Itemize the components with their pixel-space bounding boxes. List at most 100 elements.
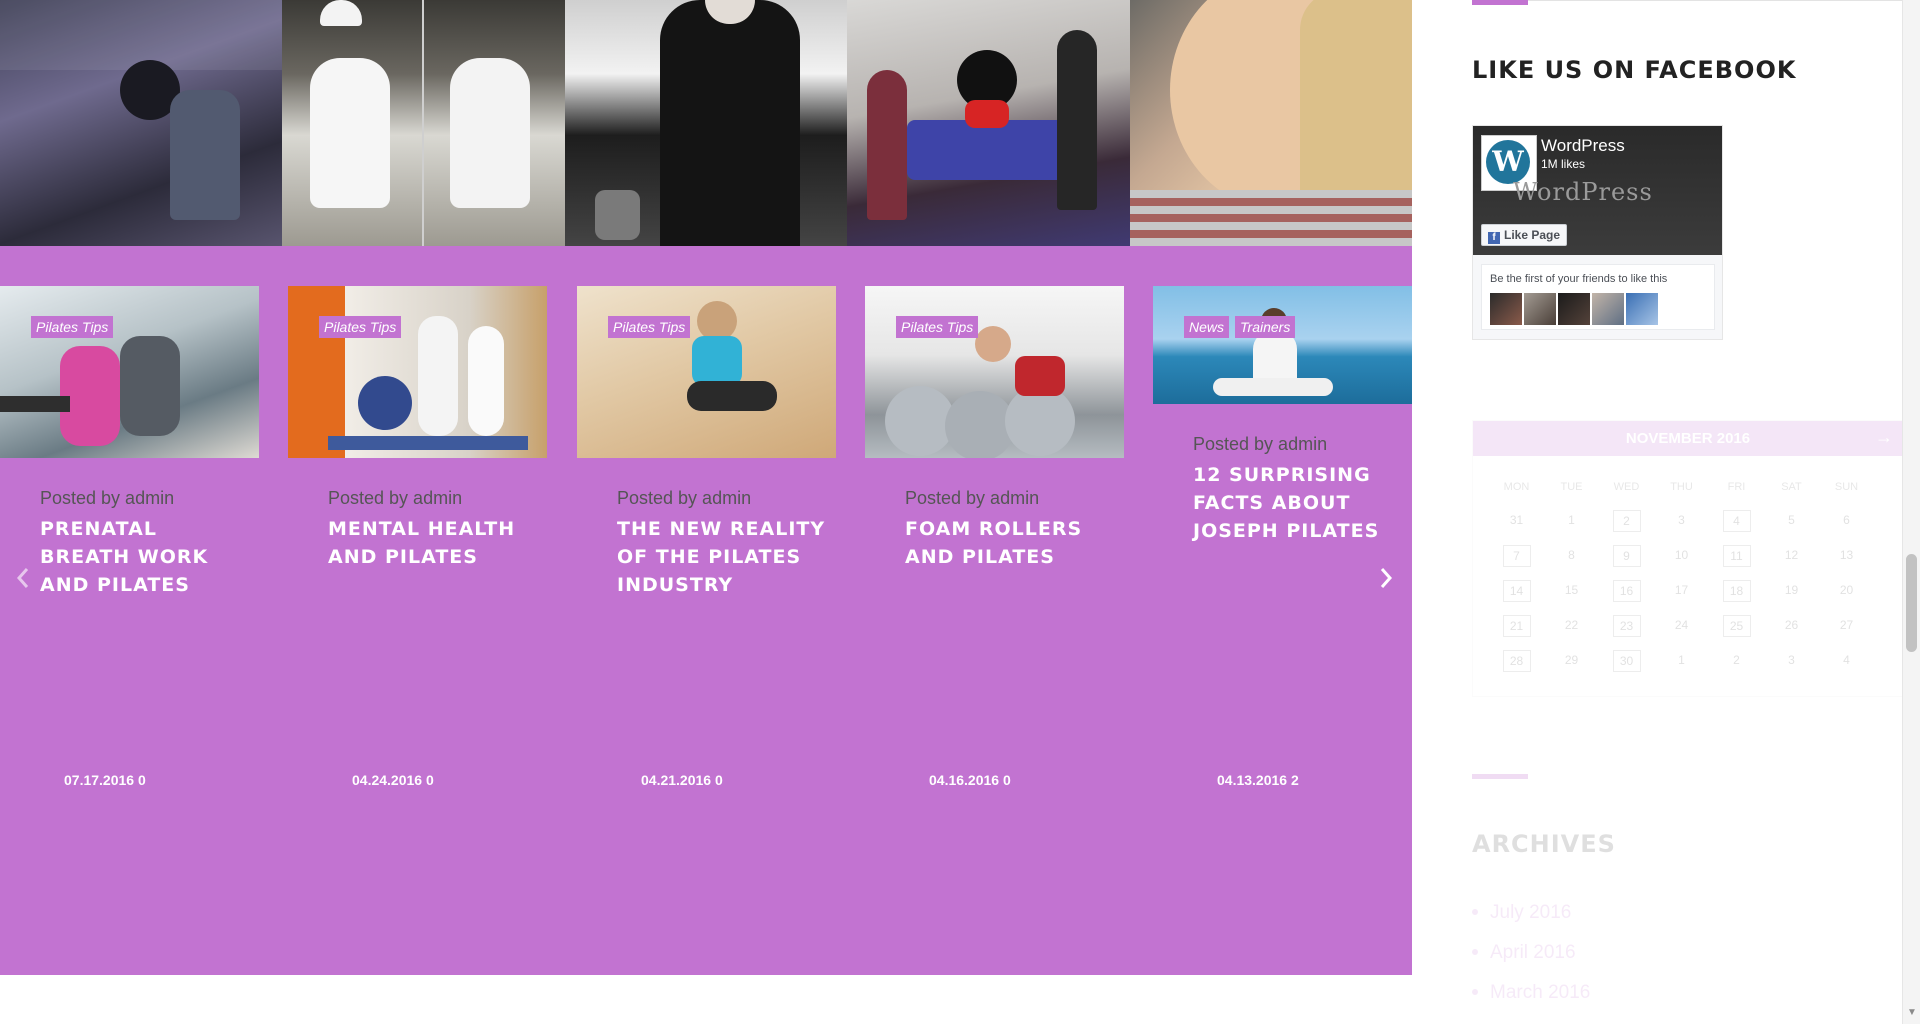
archives-widget: ARCHIVES July 2016 April 2016 March 2016	[1472, 770, 1902, 1030]
arrow-right-icon[interactable]: →	[1875, 427, 1893, 448]
avatar[interactable]	[1490, 293, 1522, 325]
category-tag[interactable]: Pilates Tips	[896, 316, 979, 338]
post-title[interactable]: MENTAL HEALTH AND PILATES	[328, 515, 538, 571]
calendar-day: 6	[1843, 513, 1850, 527]
calendar-day: 1	[1678, 653, 1685, 667]
heading-accent	[1472, 0, 1528, 5]
scroll-down-icon[interactable]: ▼	[1907, 1008, 1917, 1018]
calendar-day: 3	[1678, 513, 1685, 527]
post-title[interactable]: 12 SURPRISING FACTS ABOUT JOSEPH PILATES	[1193, 461, 1403, 545]
chevron-left-icon[interactable]	[12, 565, 34, 595]
post-card[interactable]: Pilates Tips Posted by admin MENTAL HEAL…	[288, 286, 547, 806]
post-date: 04.16.2016 0	[929, 772, 1011, 788]
post-title[interactable]: FOAM ROLLERS AND PILATES	[905, 515, 1115, 571]
instagram-photo-group[interactable]	[847, 0, 1130, 246]
archive-link[interactable]: July 2016	[1472, 902, 1571, 924]
calendar-day[interactable]: 14	[1502, 580, 1531, 602]
scrollbar-thumb[interactable]	[1906, 554, 1917, 652]
divider	[1472, 0, 1902, 1]
calendar-day: 1	[1568, 513, 1575, 527]
calendar-day: 13	[1839, 548, 1854, 562]
post-card[interactable]: Pilates Tips Posted by admin FOAM ROLLER…	[865, 286, 1124, 806]
category-tag[interactable]: Pilates Tips	[319, 316, 402, 338]
calendar-day[interactable]: 30	[1612, 650, 1641, 672]
calendar-day: 2	[1733, 653, 1740, 667]
day-header: FRI	[1727, 481, 1746, 493]
calendar-day: 26	[1784, 618, 1799, 632]
post-tags: News Trainers	[1184, 316, 1296, 338]
post-author: Posted by admin	[328, 488, 463, 508]
calendar-day[interactable]: 25	[1722, 615, 1751, 637]
calendar-day[interactable]: 11	[1722, 545, 1751, 567]
sidebar: LIKE US ON FACEBOOK W WordPress 1M likes…	[1472, 0, 1904, 1024]
calendar-day[interactable]: 16	[1612, 580, 1641, 602]
calendar-day: 15	[1564, 583, 1579, 597]
post-card[interactable]: News Trainers Posted by admin 12 SURPRIS…	[1153, 286, 1412, 806]
instagram-photo-woman[interactable]	[1129, 0, 1412, 246]
calendar-day: 10	[1674, 548, 1689, 562]
avatar[interactable]	[1592, 293, 1624, 325]
friend-avatars	[1490, 293, 1658, 325]
calendar-month: NOVEMBER 2016	[1625, 430, 1751, 447]
day-header: THU	[1670, 481, 1693, 493]
post-author: Posted by admin	[617, 488, 752, 508]
post-tags: Pilates Tips	[608, 316, 691, 338]
day-header: TUE	[1560, 481, 1583, 493]
calendar-day: 22	[1564, 618, 1579, 632]
wordpress-wordmark: WordPress	[1513, 178, 1653, 206]
post-card[interactable]: Pilates Tips Posted by admin PRENATAL BR…	[0, 286, 259, 806]
category-tag[interactable]: News	[1184, 316, 1230, 338]
calendar-day[interactable]: 28	[1502, 650, 1531, 672]
post-title[interactable]: THE NEW REALITY OF THE PILATES INDUSTRY	[617, 515, 827, 599]
calendar-day[interactable]: 21	[1502, 615, 1531, 637]
calendar-day[interactable]: 4	[1722, 510, 1751, 532]
avatar[interactable]	[1558, 293, 1590, 325]
post-card[interactable]: Pilates Tips Posted by admin THE NEW REA…	[577, 286, 836, 806]
post-tags: Pilates Tips	[31, 316, 114, 338]
post-author: Posted by admin	[1193, 434, 1328, 454]
facebook-page-plugin[interactable]: W WordPress 1M likes WordPress f Like Pag…	[1472, 125, 1723, 340]
calendar-day[interactable]: 7	[1502, 545, 1531, 567]
calendar-day: 8	[1568, 548, 1575, 562]
post-thumbnail[interactable]	[577, 286, 836, 458]
instagram-photo-man-exercising[interactable]	[282, 0, 565, 246]
instagram-photo-selfie[interactable]	[564, 0, 848, 246]
calendar-day[interactable]: 2	[1612, 510, 1641, 532]
facebook-page-name[interactable]: WordPress	[1541, 136, 1625, 156]
post-author: Posted by admin	[40, 488, 175, 508]
blog-carousel: Pilates Tips Posted by admin PRENATAL BR…	[0, 286, 1412, 806]
category-tag[interactable]: Trainers	[1235, 316, 1296, 338]
calendar-day[interactable]: 23	[1612, 615, 1641, 637]
post-thumbnail[interactable]	[288, 286, 547, 458]
category-tag[interactable]: Pilates Tips	[31, 316, 114, 338]
chevron-right-icon[interactable]	[1375, 565, 1397, 595]
avatar[interactable]	[1524, 293, 1556, 325]
post-date: 04.24.2016 0	[352, 772, 434, 788]
post-thumbnail[interactable]	[865, 286, 1124, 458]
scrollbar[interactable]: ▼	[1902, 0, 1920, 1024]
calendar-day[interactable]: 9	[1612, 545, 1641, 567]
archives-title: ARCHIVES	[1472, 830, 1616, 858]
day-header: SAT	[1781, 481, 1802, 493]
facebook-likes-count: 1M likes	[1541, 157, 1586, 171]
facebook-like-button[interactable]: f Like Page	[1481, 224, 1568, 246]
archive-link[interactable]: April 2016	[1472, 942, 1576, 964]
post-tags: Pilates Tips	[319, 316, 402, 338]
post-date: 07.17.2016 0	[64, 772, 146, 788]
calendar-grid: MON TUE WED THU FRI SAT SUN 31 1 2 3 4 5…	[1489, 477, 1884, 672]
post-thumbnail[interactable]	[0, 286, 259, 458]
day-header: WED	[1613, 481, 1640, 493]
category-tag[interactable]: Pilates Tips	[608, 316, 691, 338]
instagram-photo-gym[interactable]	[0, 0, 283, 246]
post-date: 04.21.2016 0	[641, 772, 723, 788]
calendar-day[interactable]: 18	[1722, 580, 1751, 602]
facebook-cover[interactable]: W WordPress 1M likes WordPress f Like Pag…	[1473, 126, 1722, 255]
post-thumbnail[interactable]	[1153, 286, 1412, 404]
facebook-widget-title: LIKE US ON FACEBOOK	[1472, 56, 1797, 84]
avatar[interactable]	[1626, 293, 1658, 325]
archive-link[interactable]: March 2016	[1472, 982, 1590, 1004]
like-button-label: Like Page	[1504, 228, 1561, 242]
instagram-feed	[0, 0, 1412, 246]
main-content: Pilates Tips Posted by admin PRENATAL BR…	[0, 0, 1412, 975]
post-title[interactable]: PRENATAL BREATH WORK AND PILATES	[40, 515, 250, 599]
